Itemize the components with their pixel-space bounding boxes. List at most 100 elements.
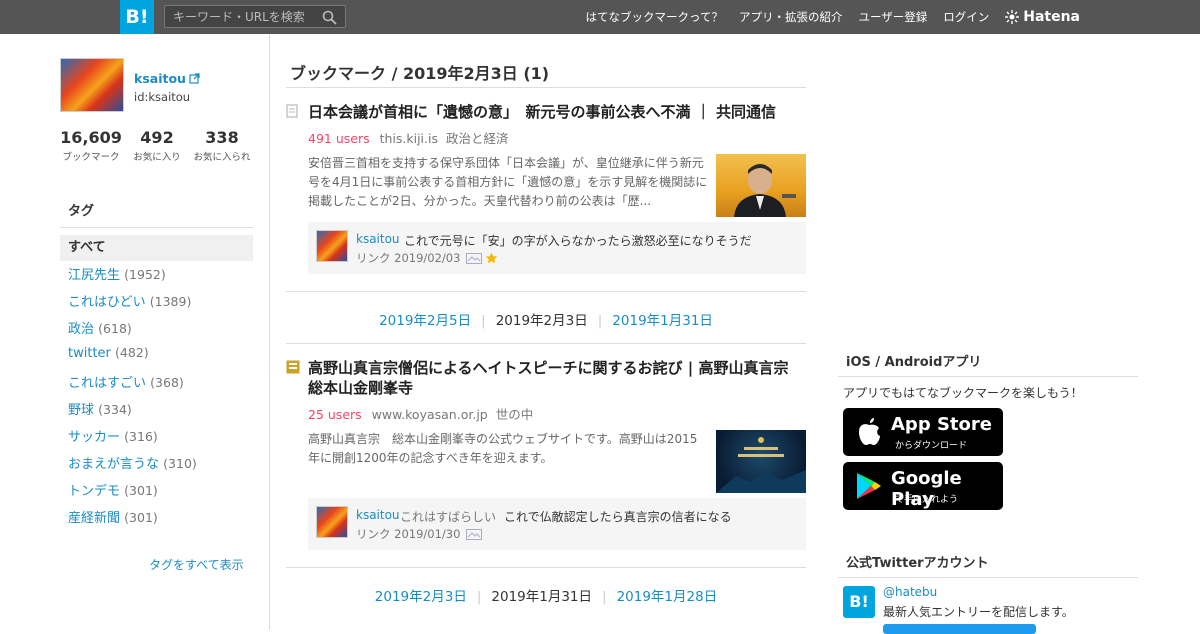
- entry-domain[interactable]: www.koyasan.or.jp: [372, 407, 488, 422]
- profile-name: ksaitou: [134, 71, 186, 86]
- stat-label: お気に入られ: [193, 152, 251, 163]
- tag-link[interactable]: これはひどい: [68, 295, 146, 310]
- hatebu-logo[interactable]: B!: [120, 0, 154, 34]
- tag-all[interactable]: すべて: [60, 235, 253, 261]
- entry-meta: 25 users www.koyasan.or.jp 世の中: [308, 404, 533, 423]
- tag-item: 政治 (618): [68, 318, 197, 345]
- pager-current-date: 2019年1月31日: [491, 589, 593, 605]
- tag-count: (618): [98, 321, 132, 336]
- stat-number: 492: [140, 128, 174, 147]
- tag-link[interactable]: 江尻先生: [68, 268, 120, 283]
- hatena-link[interactable]: Hatena: [1005, 9, 1080, 25]
- tags-heading: タグ: [60, 200, 253, 228]
- divider: [286, 291, 806, 292]
- star-icon[interactable]: [485, 252, 498, 264]
- show-all-tags-link[interactable]: タグをすべて表示: [149, 556, 244, 573]
- entry-title-link[interactable]: 高野山真言宗僧侶によるヘイトスピーチに関するお詫び | 高野山真言宗 総本山金剛…: [308, 358, 806, 398]
- pager-prev-date[interactable]: 2019年2月5日: [369, 309, 481, 329]
- tag-count: (301): [124, 510, 158, 525]
- hatebu-twitter-logo[interactable]: B!: [843, 586, 875, 618]
- google-play-button[interactable]: Google Play で手に入れよう: [843, 462, 1003, 510]
- tag-link[interactable]: サッカー: [68, 430, 120, 445]
- profile-id: id:ksaitou: [134, 90, 191, 104]
- entry-thumbnail[interactable]: [716, 430, 806, 493]
- comment-meta: リンク 2019/01/30: [356, 526, 483, 542]
- stat-favorited[interactable]: 338 お気に入られ: [192, 128, 252, 163]
- tag-link[interactable]: 政治: [68, 322, 94, 337]
- entry-category[interactable]: 世の中: [496, 407, 534, 422]
- comment-avatar[interactable]: [316, 506, 348, 538]
- tag-item: サッカー (316): [68, 426, 197, 453]
- bookmark-comment: ksaitou これはすばらしい これで仏敵認定したら真言宗の信者になる リンク …: [308, 498, 806, 550]
- tag-link[interactable]: 産経新聞: [68, 511, 120, 526]
- page-title: ブックマーク / 2019年2月3日 (1): [290, 64, 550, 83]
- tag-count: (368): [150, 375, 184, 390]
- twitter-handle-link[interactable]: @hatebu: [883, 585, 937, 599]
- entry-page-icon: [286, 104, 298, 118]
- comment-tag[interactable]: これはすばらしい: [400, 510, 496, 524]
- pager-next-date[interactable]: 2019年1月28日: [607, 585, 728, 605]
- comment-text: これで仏敵認定したら真言宗の信者になる: [504, 510, 732, 524]
- twitter-description: 最新人気エントリーを配信します。: [883, 605, 1074, 619]
- apple-icon: [859, 418, 880, 445]
- apps-heading: iOS / Androidアプリ: [838, 351, 1138, 377]
- tag-item: 江尻先生 (1952): [68, 264, 197, 291]
- comment-date[interactable]: リンク 2019/02/03: [356, 250, 460, 266]
- stat-bookmarks[interactable]: 16,609 ブックマーク: [60, 128, 122, 163]
- profile-name-link[interactable]: ksaitou: [134, 71, 200, 86]
- stat-favorites[interactable]: 492 お気に入り: [132, 128, 182, 163]
- tag-count: (310): [163, 456, 197, 471]
- app-store-label: App Store: [891, 414, 992, 435]
- image-icon[interactable]: [466, 528, 483, 540]
- tag-link[interactable]: twitter: [68, 346, 111, 361]
- tag-count: (482): [115, 345, 149, 360]
- tag-link[interactable]: これはすごい: [68, 376, 146, 391]
- app-store-sublabel: からダウンロード: [895, 441, 968, 451]
- entry-domain[interactable]: this.kiji.is: [380, 131, 438, 146]
- nav-about[interactable]: はてなブックマークって？: [586, 9, 723, 25]
- entry-category[interactable]: 政治と経済: [446, 131, 509, 146]
- tag-count: (334): [98, 402, 132, 417]
- profile-avatar[interactable]: [60, 58, 124, 112]
- tag-link[interactable]: 野球: [68, 403, 94, 418]
- app-store-button[interactable]: App Store からダウンロード: [843, 408, 1003, 456]
- stat-label: お気に入り: [133, 152, 181, 163]
- entry-title-link[interactable]: 日本会議が首相に「遺憾の意」 新元号の事前公表へ不満 ｜ 共同通信: [308, 102, 806, 122]
- nav-apps[interactable]: アプリ・拡張の紹介: [739, 9, 843, 25]
- description-line: 年に開創1200年の記念すべき年を迎えます。: [308, 451, 553, 465]
- entry-thumbnail[interactable]: [716, 154, 806, 217]
- comment-date[interactable]: リンク 2019/01/30: [356, 526, 460, 542]
- pager-next-date[interactable]: 2019年1月31日: [602, 309, 723, 329]
- tag-item: おまえが言うな (310): [68, 453, 197, 480]
- tag-link[interactable]: トンデモ: [68, 484, 120, 499]
- entry-users-count[interactable]: 491 users: [308, 131, 370, 146]
- hatena-sun-icon: [1005, 10, 1020, 24]
- search-box[interactable]: [164, 5, 346, 28]
- twitter-follow-button[interactable]: [883, 624, 1036, 634]
- search-input[interactable]: [165, 6, 315, 27]
- pager-prev-date[interactable]: 2019年2月3日: [365, 585, 477, 605]
- tag-item: 産経新聞 (301): [68, 507, 197, 534]
- tag-item: トンデモ (301): [68, 480, 197, 507]
- profile-stats: 16,609 ブックマーク 492 お気に入り 338 お気に入られ: [60, 128, 262, 163]
- comment-avatar[interactable]: [316, 230, 348, 262]
- stat-label: ブックマーク: [62, 152, 120, 163]
- apps-description: アプリでもはてなブックマークを楽しもう！: [843, 386, 1083, 400]
- entry-description: 安倍晋三首相を支持する保守系団体「日本会議」が、皇位継承に伴う新元 号を4月1日…: [308, 154, 708, 211]
- comment-user-link[interactable]: ksaitou: [356, 232, 400, 246]
- comment-user-link[interactable]: ksaitou: [356, 508, 400, 522]
- nav-register[interactable]: ユーザー登録: [858, 9, 927, 25]
- divider: [286, 87, 806, 88]
- top-bar: B! はてなブックマークって？ アプリ・拡張の紹介 ユーザー登録 ログイン Ha…: [0, 0, 1200, 34]
- entry-favicon-icon: [286, 360, 300, 374]
- divider: [286, 567, 806, 568]
- entry-description: 高野山真言宗 総本山金剛峯寺の公式ウェブサイトです。高野山は2015 年に開創1…: [308, 430, 708, 468]
- tag-link[interactable]: おまえが言うな: [68, 457, 159, 472]
- nav-login[interactable]: ログイン: [943, 9, 989, 25]
- search-icon[interactable]: [322, 10, 337, 25]
- stat-number: 338: [205, 128, 239, 147]
- top-nav: はてなブックマークって？ アプリ・拡張の紹介 ユーザー登録 ログイン Haten…: [570, 0, 1080, 34]
- entry-users-count[interactable]: 25 users: [308, 407, 362, 422]
- comment-text: これで元号に「安」の字が入らなかったら激怒必至になりそうだ: [404, 234, 752, 248]
- image-icon[interactable]: [466, 252, 483, 264]
